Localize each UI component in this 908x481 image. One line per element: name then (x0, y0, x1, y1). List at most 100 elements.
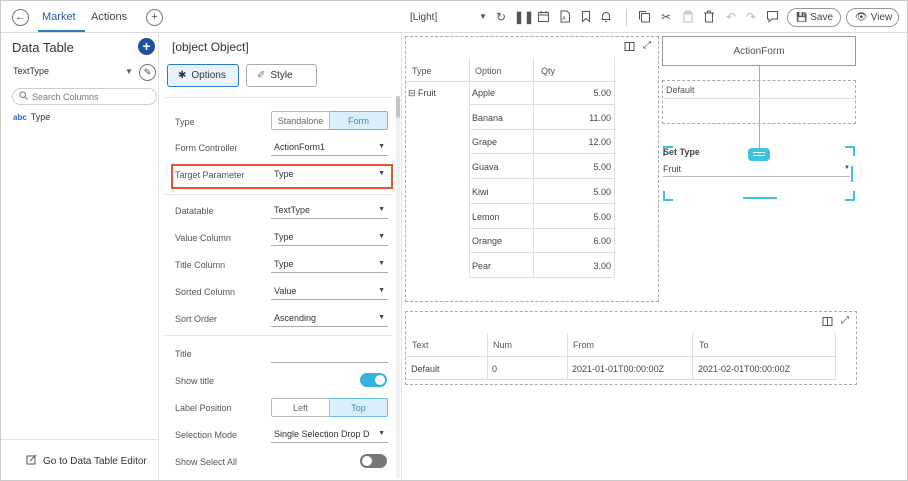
title-input[interactable] (271, 346, 388, 363)
pause-icon[interactable]: ❚❚ (514, 10, 534, 24)
delete-icon[interactable] (702, 10, 716, 24)
edit-datatable-icon[interactable]: ✎ (139, 64, 156, 81)
copy-icon[interactable] (637, 10, 651, 24)
show-title-toggle[interactable] (360, 373, 387, 387)
table-panel[interactable] (405, 36, 659, 302)
column-header-to[interactable]: To (699, 340, 709, 350)
notification-icon[interactable] (599, 10, 613, 24)
form-option[interactable]: Form (330, 111, 388, 130)
resize-handle[interactable] (743, 197, 777, 199)
header-divider (406, 356, 836, 357)
tab-market[interactable]: Market (42, 11, 76, 23)
form-controller-value: ActionForm1 (274, 142, 326, 152)
view-button[interactable]: 👁 View (846, 8, 899, 27)
calendar-icon[interactable] (536, 10, 550, 24)
group-collapse-icon[interactable]: ⊟ (408, 88, 416, 99)
standalone-option[interactable]: Standalone (271, 111, 330, 130)
active-tab-indicator (38, 30, 85, 32)
maximize-icon[interactable]: ⤢ (841, 315, 849, 326)
qty-cell: 12.00 (588, 137, 611, 147)
action-form-header[interactable]: ActionForm (662, 36, 856, 66)
dropdown-underline (663, 176, 850, 177)
scrollbar-thumb[interactable] (396, 96, 400, 118)
save-button[interactable]: 💾 Save (787, 8, 841, 27)
default-label: Default (666, 85, 695, 95)
undo-icon[interactable]: ↶ (724, 10, 738, 24)
divider (164, 194, 392, 195)
options-tab[interactable]: ✱ Options (167, 64, 239, 87)
paste-icon[interactable] (681, 10, 695, 24)
redo-icon[interactable]: ↷ (744, 10, 758, 24)
datatable-label: Datatable (175, 206, 214, 216)
expand-panel-icon[interactable] (624, 41, 635, 55)
refresh-icon[interactable]: ↻ (494, 10, 508, 24)
left-option[interactable]: Left (271, 398, 330, 417)
column-name: Type (30, 112, 51, 122)
row-divider (470, 228, 614, 229)
group-label: Fruit (418, 88, 436, 98)
export-pdf-icon[interactable]: A (558, 10, 572, 24)
sort-order-value: Ascending (274, 313, 317, 323)
column-header-type[interactable]: Type (412, 66, 432, 76)
qty-cell: 3.00 (593, 261, 611, 271)
expand-panel-icon[interactable] (822, 316, 833, 330)
label-position-toggle: Left Top (271, 398, 388, 417)
chevron-down-icon: ▼ (378, 260, 385, 267)
sorted-column-dropdown[interactable]: Value ▼ (271, 282, 388, 300)
search-columns-box[interactable] (12, 88, 157, 105)
option-cell: Lemon (472, 212, 500, 222)
column-divider (469, 58, 470, 277)
resize-handle[interactable] (851, 166, 853, 182)
style-tab[interactable]: ✐ Style (246, 64, 317, 87)
bookmark-icon[interactable] (579, 10, 593, 24)
column-header-option[interactable]: Option (475, 66, 502, 76)
label-position-label: Label Position (175, 403, 232, 413)
chevron-down-icon: ▼ (378, 233, 385, 240)
title-column-dropdown[interactable]: Type ▼ (271, 255, 388, 273)
tab-actions[interactable]: Actions (91, 11, 127, 23)
back-icon[interactable]: ← (12, 9, 29, 26)
top-toolbar: ← Market Actions + [Light] ▼ ↻ ❚❚ A ✂ ↶ … (1, 1, 907, 33)
chevron-down-icon[interactable]: ▼ (844, 165, 850, 171)
theme-label[interactable]: [Light] (410, 12, 437, 23)
sorted-column-value: Value (274, 286, 297, 296)
sort-order-dropdown[interactable]: Ascending ▼ (271, 309, 388, 327)
dropdown-icon[interactable]: ▼ (476, 10, 490, 24)
row-divider (470, 129, 614, 130)
column-divider (567, 333, 568, 379)
go-to-data-table-editor-link[interactable]: Go to Data Table Editor (26, 454, 147, 468)
chevron-down-icon[interactable]: ▼ (125, 67, 133, 76)
comment-icon[interactable] (765, 10, 779, 24)
text-type-icon: abc (13, 112, 27, 122)
column-header-text[interactable]: Text (412, 340, 429, 350)
save-button-label: Save (810, 12, 834, 23)
column-header-num[interactable]: Num (493, 340, 512, 350)
datatable-select[interactable]: TextType (13, 66, 49, 76)
value-column-dropdown[interactable]: Type ▼ (271, 228, 388, 246)
top-option[interactable]: Top (330, 398, 388, 417)
column-item[interactable]: abc Type (13, 112, 50, 122)
row-divider (470, 252, 614, 253)
target-parameter-dropdown[interactable]: Type ▼ (271, 165, 388, 183)
add-tab-icon[interactable]: + (146, 9, 163, 26)
column-header-qty[interactable]: Qty (541, 66, 555, 76)
param-num-cell: 0 (492, 364, 498, 374)
scrollbar-track[interactable] (396, 96, 400, 478)
selection-mode-dropdown[interactable]: Single Selection Drop D ▼ (271, 425, 388, 443)
show-select-all-toggle[interactable] (360, 454, 387, 468)
option-cell: Guava (472, 162, 499, 172)
add-data-table-button[interactable]: + (138, 38, 155, 55)
drag-handle[interactable] (748, 148, 770, 161)
search-input[interactable] (32, 91, 142, 102)
datatable-dropdown[interactable]: TextType ▼ (271, 201, 388, 219)
option-cell: Apple (472, 88, 496, 98)
maximize-icon[interactable]: ⤢ (643, 40, 651, 51)
form-controller-dropdown[interactable]: ActionForm1 ▼ (271, 138, 388, 156)
settings-title: [object Object] (172, 40, 249, 54)
column-header-from[interactable]: From (573, 340, 594, 350)
column-divider (692, 333, 693, 379)
set-type-value[interactable]: Fruit (663, 164, 681, 174)
column-divider (487, 333, 488, 379)
cut-icon[interactable]: ✂ (659, 10, 673, 24)
settings-panel: [object Object] ✱ Options ✐ Style Type S… (160, 34, 402, 480)
